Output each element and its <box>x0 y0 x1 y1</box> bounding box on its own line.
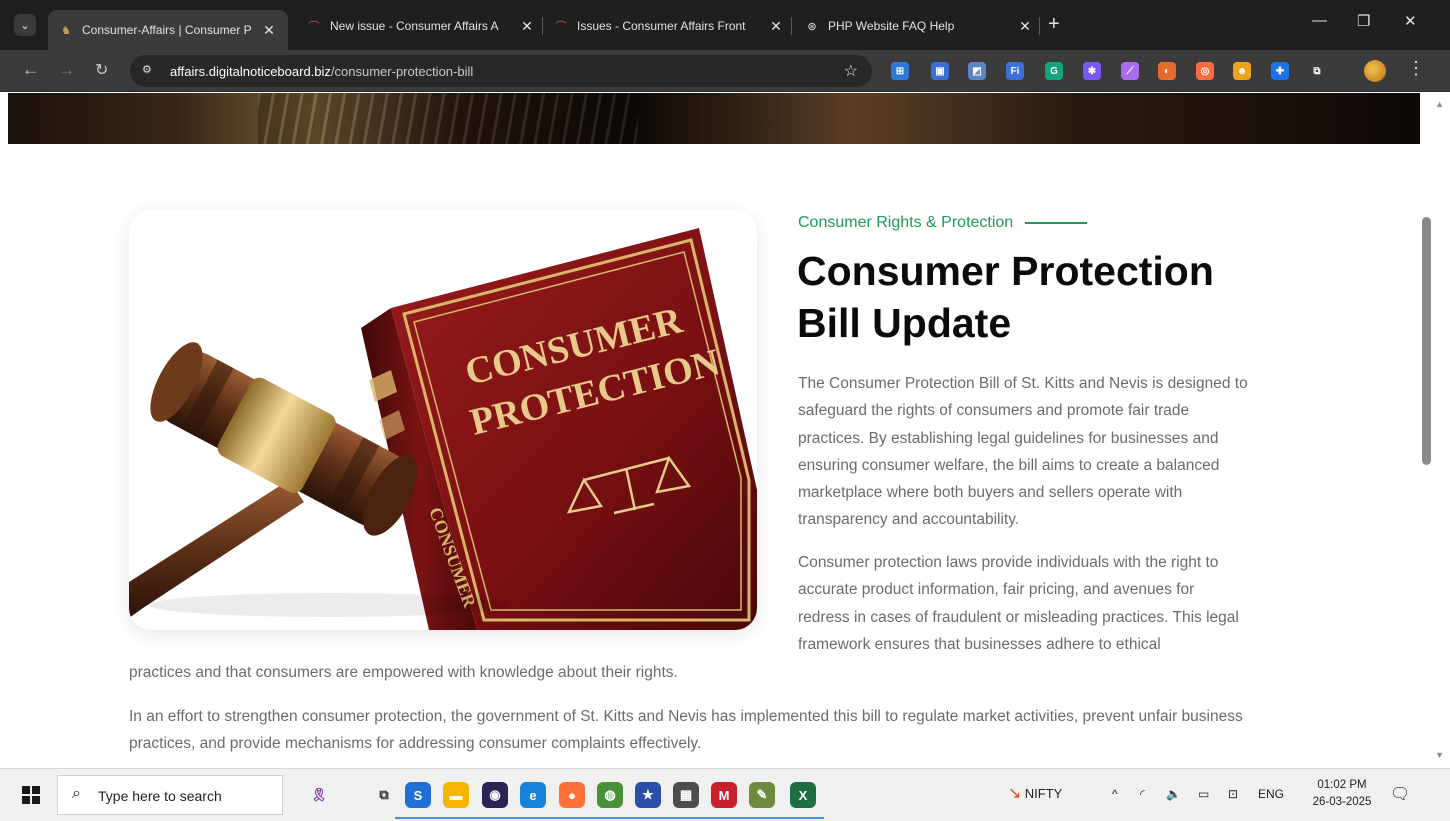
running-app-indicator <box>433 817 477 819</box>
intro-paragraph: The Consumer Protection Bill of St. Kitt… <box>798 375 1248 529</box>
firefox-icon[interactable]: ● <box>559 782 585 808</box>
tab-separator <box>542 17 543 35</box>
wifi-icon[interactable]: ◜ <box>1140 787 1145 801</box>
tab-php-faq[interactable]: ⊛ PHP Website FAQ Help ✕ <box>804 10 1034 42</box>
extension-grammarly-icon[interactable]: G <box>1045 62 1063 80</box>
site-favicon-icon: ♞ <box>61 24 71 37</box>
ime-icon[interactable]: ⊡ <box>1228 787 1238 801</box>
extension-screen-icon[interactable]: ▣ <box>931 62 949 80</box>
reload-icon[interactable]: ↻ <box>95 60 108 80</box>
back-arrow-icon[interactable]: ← <box>22 60 39 80</box>
scroll-down-icon[interactable]: ▼ <box>1435 750 1444 760</box>
gitlab-favicon-icon: ⌒ <box>308 21 320 33</box>
tab-separator <box>1039 17 1040 35</box>
notification-center-icon[interactable]: 🗨 <box>1390 784 1410 804</box>
new-tab-button[interactable]: + <box>1048 14 1060 34</box>
rights-paragraph-continued: practices and that consumers are empower… <box>129 664 678 681</box>
hero-banner-image <box>8 93 1420 144</box>
close-tab-icon[interactable]: ✕ <box>1016 18 1034 35</box>
file-explorer-icon[interactable]: ▬ <box>443 782 469 808</box>
stock-widget[interactable]: ↘ NIFTY <box>1008 783 1062 803</box>
extension-tabs-icon[interactable]: ◩ <box>968 62 986 80</box>
consumer-protection-image: CONSUMER PROTECTION CONSUMER <box>129 210 757 630</box>
browser-tab-strip: ⌄ ♞ Consumer-Affairs | Consumer P ✕ ⌒ Ne… <box>0 0 1450 50</box>
search-placeholder: Type here to search <box>98 788 222 804</box>
extension-puzzle-blue-icon[interactable]: ✚ <box>1271 62 1289 80</box>
search-icon: ⌕ <box>72 785 81 802</box>
mcafee-icon[interactable]: M <box>711 782 737 808</box>
eclipse-icon[interactable]: ◉ <box>482 782 508 808</box>
section-eyebrow: Consumer Rights & Protection <box>798 214 1088 232</box>
clock-date: 26-03-2025 <box>1312 796 1372 808</box>
close-window-icon[interactable]: ✕ <box>1404 12 1417 30</box>
running-app-indicator <box>510 817 554 819</box>
extension-ring-icon[interactable]: ◎ <box>1196 62 1214 80</box>
minimize-icon[interactable]: — <box>1312 12 1327 29</box>
battery-icon[interactable]: ▭ <box>1198 787 1209 801</box>
tab-issues[interactable]: ⌒ Issues - Consumer Affairs Front ✕ <box>553 10 785 42</box>
task-view-icon[interactable]: ⧉ <box>371 782 397 808</box>
windows-start-icon[interactable] <box>22 786 40 804</box>
forward-arrow-icon[interactable]: → <box>58 60 75 80</box>
bookmark-star-icon[interactable]: ☆ <box>844 61 858 81</box>
system-clock[interactable]: 01:02 PM 26-03-2025 <box>1310 777 1374 811</box>
language-indicator[interactable]: ENG <box>1258 787 1284 801</box>
gitlab-favicon-icon: ⌒ <box>555 21 567 33</box>
extension-feather-icon[interactable]: ⟋ <box>1121 62 1139 80</box>
openai-favicon-icon: ⊛ <box>807 20 817 33</box>
extensions-menu-icon[interactable]: ⧉ <box>1308 62 1326 80</box>
close-tab-icon[interactable]: ✕ <box>260 22 278 39</box>
close-tab-icon[interactable]: ✕ <box>767 18 785 35</box>
extension-fi-icon[interactable]: Fi <box>1006 62 1024 80</box>
extension-swirl-icon[interactable]: ◐ <box>1158 62 1176 80</box>
url-text[interactable]: affairs.digitalnoticeboard.biz/consumer-… <box>170 64 473 79</box>
stock-widget-label: NIFTY <box>1024 786 1063 801</box>
show-hidden-icons-icon[interactable]: ^ <box>1112 787 1118 801</box>
eyebrow-rule <box>1025 222 1088 224</box>
rights-paragraph: Consumer protection laws provide individ… <box>798 554 1239 653</box>
page-title: Consumer Protection Bill Update <box>797 248 1214 346</box>
site-settings-icon[interactable]: ⚙ <box>142 63 158 79</box>
notepad-icon[interactable]: ✎ <box>749 782 775 808</box>
skype-icon[interactable]: S <box>405 782 431 808</box>
stock-chart-icon: ↘ <box>1008 785 1022 802</box>
tab-title: Consumer-Affairs | Consumer P <box>82 23 252 37</box>
extension-outlook-icon[interactable]: ⊞ <box>891 62 909 80</box>
browser-menu-icon[interactable]: ⋮ <box>1407 58 1425 79</box>
restore-icon[interactable]: ❐ <box>1357 12 1370 30</box>
close-tab-icon[interactable]: ✕ <box>518 18 536 35</box>
running-app-indicator <box>739 817 783 819</box>
tab-consumer-affairs[interactable]: ♞ Consumer-Affairs | Consumer P ✕ <box>48 10 288 50</box>
taskbar-search-box[interactable]: ⌕ Type here to search <box>57 775 283 815</box>
calculator-icon[interactable]: ▦ <box>673 782 699 808</box>
clock-time: 01:02 PM <box>1317 779 1367 791</box>
address-bar[interactable]: ⚙ affairs.digitalnoticeboard.biz/consume… <box>130 55 872 87</box>
extension-face-icon[interactable]: ☻ <box>1233 62 1251 80</box>
edge-icon[interactable]: e <box>520 782 546 808</box>
tab-title: New issue - Consumer Affairs A <box>330 19 499 33</box>
tab-title: Issues - Consumer Affairs Front <box>577 19 746 33</box>
tab-title: PHP Website FAQ Help <box>828 19 955 33</box>
windows-taskbar: ⌕ Type here to search 🎗 ⧉ S ▬ ◉ e ● ◍ ★ ▦ M ✎ X ↘ NI… <box>0 768 1450 821</box>
tab-new-issue[interactable]: ⌒ New issue - Consumer Affairs A ✕ <box>306 10 536 42</box>
government-paragraph: In an effort to strengthen consumer prot… <box>129 708 1243 753</box>
page-viewport: CONSUMER PROTECTION CONSUMER Consumer Ri… <box>0 93 1450 768</box>
scroll-up-icon[interactable]: ▲ <box>1435 99 1444 109</box>
excel-icon[interactable]: X <box>790 782 816 808</box>
tab-search-chevron-icon[interactable]: ⌄ <box>14 14 36 36</box>
gavel-and-book-illustration: CONSUMER PROTECTION CONSUMER <box>129 228 757 630</box>
app-star-icon[interactable]: ★ <box>635 782 661 808</box>
scrollbar-thumb[interactable] <box>1422 217 1431 465</box>
awareness-ribbon-icon[interactable]: 🎗 <box>306 782 332 808</box>
running-app-indicator <box>780 817 824 819</box>
profile-avatar[interactable] <box>1364 60 1386 82</box>
volume-icon[interactable]: 🔈 <box>1166 787 1181 801</box>
extension-spark-icon[interactable]: ✱ <box>1083 62 1101 80</box>
chrome-icon[interactable]: ◍ <box>597 782 623 808</box>
tab-separator <box>791 17 792 35</box>
